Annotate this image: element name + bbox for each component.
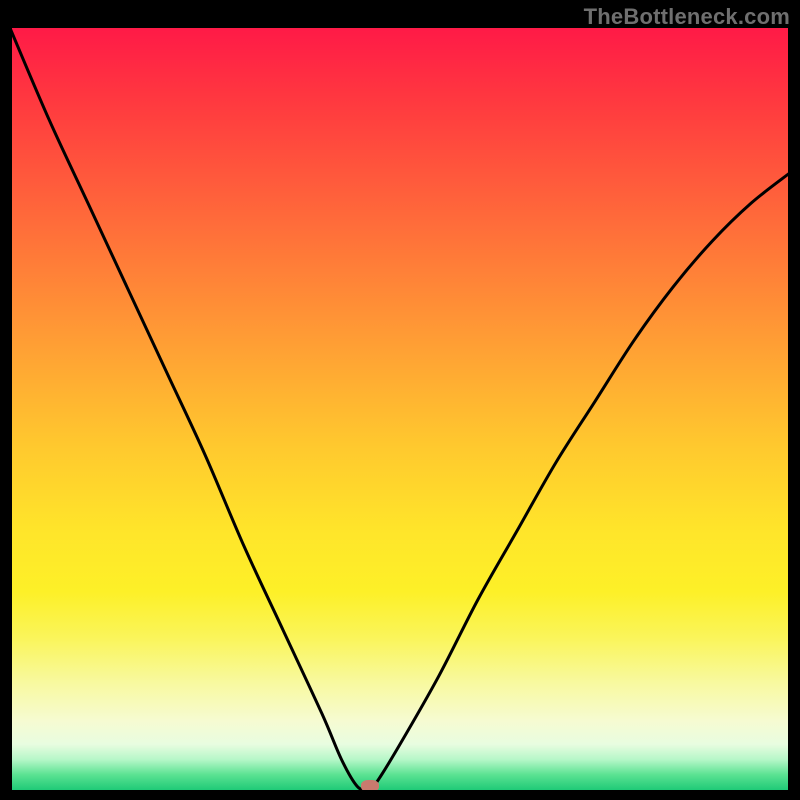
watermark-text: TheBottleneck.com bbox=[584, 4, 790, 30]
recommended-point-marker bbox=[361, 780, 379, 790]
plot-area bbox=[10, 28, 790, 790]
bottleneck-curve-path bbox=[10, 28, 790, 790]
curve-svg bbox=[10, 28, 790, 790]
plot-right-edge bbox=[788, 28, 790, 790]
plot-left-edge bbox=[10, 28, 12, 790]
chart-frame: TheBottleneck.com bbox=[0, 0, 800, 800]
